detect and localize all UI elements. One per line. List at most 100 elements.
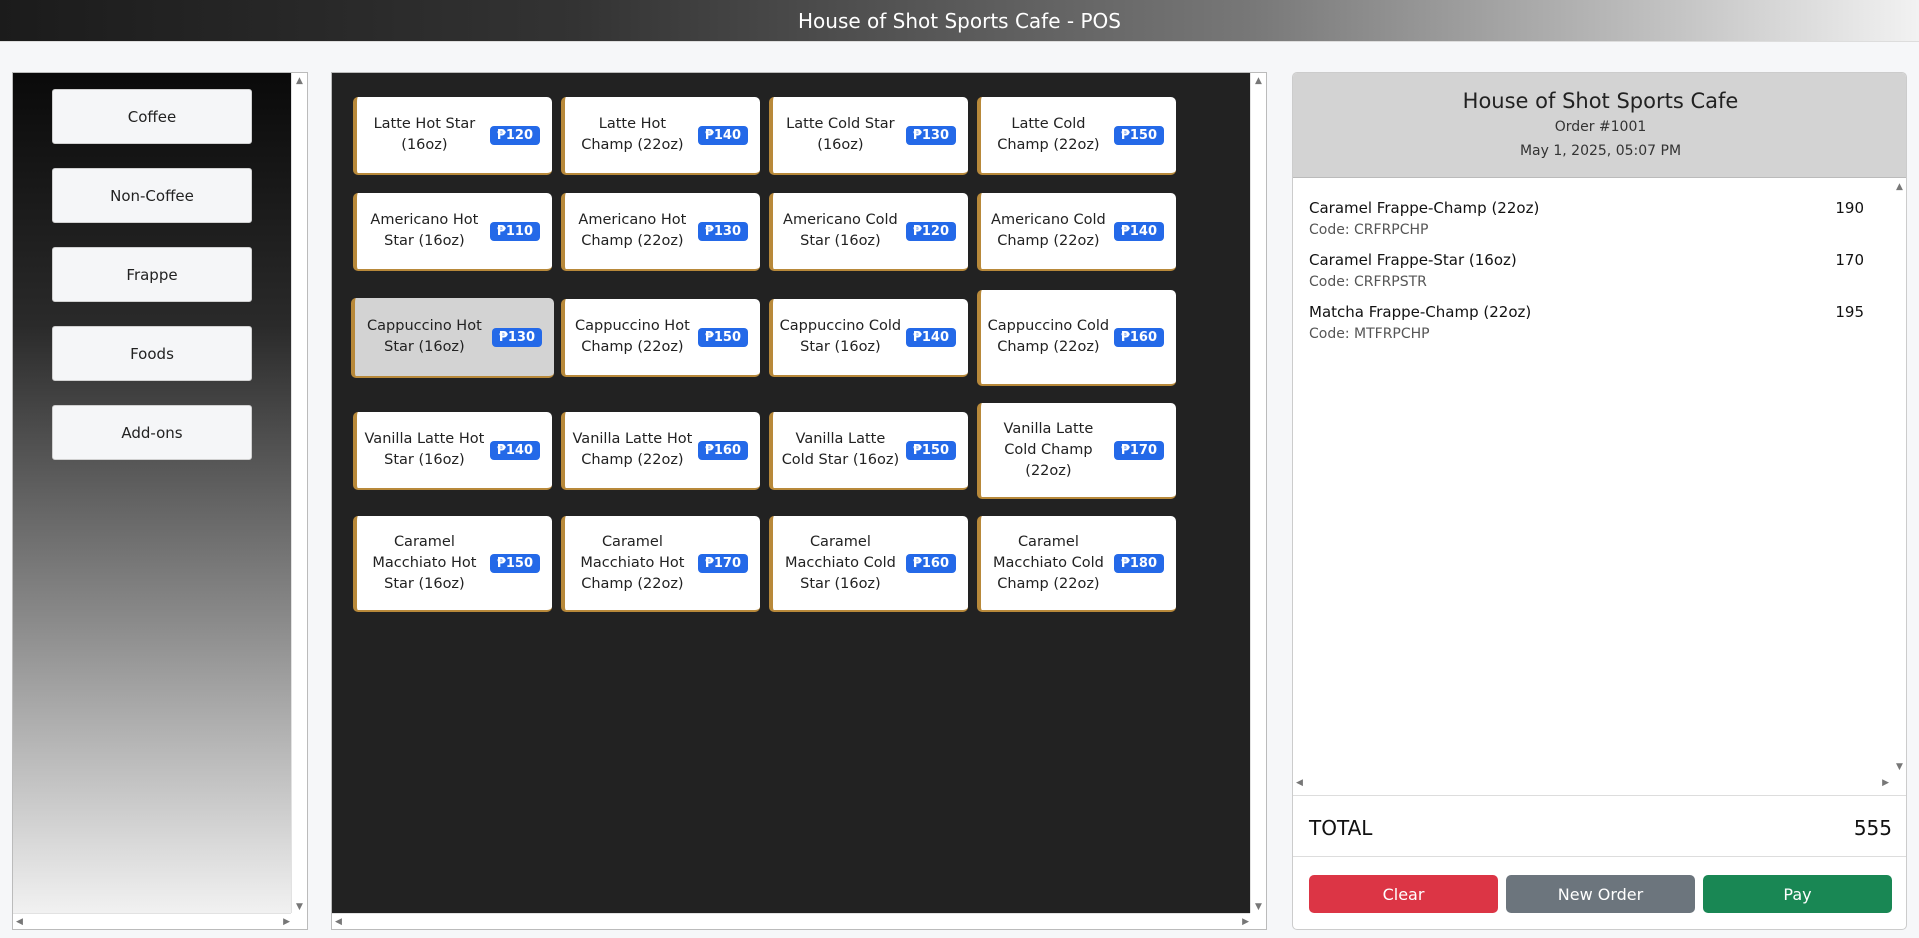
category-list: Coffee Non-Coffee Frappe Foods Add-ons	[13, 73, 293, 915]
product-card[interactable]: Latte Hot Star (16oz) ₱120	[353, 97, 552, 175]
product-card[interactable]: Vanilla Latte Cold Star (16oz) ₱150	[769, 412, 968, 490]
category-panel: Coffee Non-Coffee Frappe Foods Add-ons ▲…	[12, 72, 308, 930]
product-name: Caramel Macchiato Hot Star (16oz)	[372, 533, 477, 592]
price-badge: ₱110	[489, 221, 540, 241]
product-card[interactable]: Caramel Macchiato Cold Champ (22oz) ₱180	[977, 516, 1176, 612]
scroll-left-icon[interactable]: ◀	[16, 917, 23, 927]
price-badge: ₱150	[1113, 125, 1164, 145]
category-coffee-button[interactable]: Coffee	[52, 89, 252, 144]
order-item-name: Caramel Frappe-Champ (22oz)	[1309, 199, 1540, 217]
order-item-code: Code: MTFRPCHP	[1309, 326, 1430, 342]
product-card[interactable]: Latte Cold Champ (22oz) ₱150	[977, 97, 1176, 175]
price-badge: ₱180	[1113, 553, 1164, 573]
product-name: Americano Cold Champ (22oz)	[991, 212, 1106, 249]
product-name: Cappuccino Cold Champ (22oz)	[987, 318, 1110, 355]
price-badge: ₱170	[1113, 440, 1164, 460]
product-name: Latte Cold Star (16oz)	[786, 116, 895, 153]
product-name: Americano Cold Star (16oz)	[783, 212, 898, 249]
scroll-right-icon[interactable]: ▶	[1242, 917, 1249, 927]
category-add-ons-button[interactable]: Add-ons	[52, 405, 252, 460]
price-badge: ₱140	[1113, 221, 1164, 241]
price-badge: ₱150	[905, 440, 956, 460]
price-badge: ₱160	[1113, 327, 1164, 347]
product-name: Caramel Macchiato Hot Champ (22oz)	[580, 533, 685, 592]
product-card-selected[interactable]: Cappuccino Hot Star (16oz) ₱130	[351, 298, 554, 378]
price-badge: ₱140	[697, 125, 748, 145]
scroll-corner	[291, 913, 307, 929]
receipt-horizontal-scrollbar[interactable]: ◀ ▶	[1293, 775, 1892, 791]
product-name: Latte Cold Champ (22oz)	[997, 116, 1100, 153]
scroll-down-icon[interactable]: ▼	[296, 902, 303, 912]
pay-button[interactable]: Pay	[1703, 875, 1892, 913]
product-name: Americano Hot Champ (22oz)	[578, 212, 687, 249]
product-name: Vanilla Latte Cold Star (16oz)	[781, 431, 900, 468]
product-card[interactable]: Cappuccino Cold Star (16oz) ₱140	[769, 299, 968, 377]
order-item-price: 195	[1835, 303, 1864, 321]
price-badge: ₱140	[905, 327, 956, 347]
category-non-coffee-button[interactable]: Non-Coffee	[52, 168, 252, 223]
product-name: Americano Hot Star (16oz)	[370, 212, 479, 249]
product-card[interactable]: Caramel Macchiato Cold Star (16oz) ₱160	[769, 516, 968, 612]
product-card[interactable]: Americano Cold Champ (22oz) ₱140	[977, 193, 1176, 271]
product-card[interactable]: Cappuccino Cold Champ (22oz) ₱160	[977, 290, 1176, 386]
product-name: Caramel Macchiato Cold Star (16oz)	[784, 533, 896, 592]
scroll-right-icon[interactable]: ▶	[283, 917, 290, 927]
product-name: Vanilla Latte Hot Champ (22oz)	[572, 431, 693, 468]
product-name: Cappuccino Hot Champ (22oz)	[575, 318, 690, 355]
product-name: Cappuccino Hot Star (16oz)	[367, 318, 482, 355]
product-card[interactable]: Caramel Macchiato Hot Star (16oz) ₱150	[353, 516, 552, 612]
product-name: Vanilla Latte Hot Star (16oz)	[364, 431, 485, 468]
product-card[interactable]: Vanilla Latte Cold Champ (22oz) ₱170	[977, 403, 1176, 499]
scroll-corner	[1250, 913, 1266, 929]
order-items-list: Caramel Frappe-Champ (22oz) 190 Code: CR…	[1293, 179, 1906, 791]
order-number: Order #1001	[1554, 119, 1647, 135]
product-card[interactable]: Cappuccino Hot Champ (22oz) ₱150	[561, 299, 760, 377]
product-card[interactable]: Americano Cold Star (16oz) ₱120	[769, 193, 968, 271]
product-card[interactable]: Americano Hot Champ (22oz) ₱130	[561, 193, 760, 271]
total-value: 555	[1853, 816, 1892, 840]
scroll-right-icon[interactable]: ▶	[1882, 778, 1889, 788]
product-panel: Latte Hot Star (16oz) ₱120 Latte Hot Cha…	[331, 72, 1267, 930]
scroll-left-icon[interactable]: ◀	[335, 917, 342, 927]
product-name: Latte Hot Champ (22oz)	[581, 116, 684, 153]
order-item-price: 170	[1835, 251, 1864, 269]
product-vertical-scrollbar[interactable]: ▲ ▼	[1250, 73, 1266, 915]
category-foods-button[interactable]: Foods	[52, 326, 252, 381]
price-badge: ₱160	[905, 553, 956, 573]
product-card[interactable]: Americano Hot Star (16oz) ₱110	[353, 193, 552, 271]
new-order-button[interactable]: New Order	[1506, 875, 1695, 913]
product-name: Latte Hot Star (16oz)	[373, 116, 476, 153]
product-card[interactable]: Caramel Macchiato Hot Champ (22oz) ₱170	[561, 516, 760, 612]
product-horizontal-scrollbar[interactable]: ◀ ▶	[332, 913, 1252, 929]
price-badge: ₱150	[697, 327, 748, 347]
price-badge: ₱160	[697, 440, 748, 460]
price-badge: ₱170	[697, 553, 748, 573]
category-frappe-button[interactable]: Frappe	[52, 247, 252, 302]
window-title-bar: House of Shot Sports Cafe - POS	[0, 0, 1919, 42]
order-item-code: Code: CRFRPSTR	[1309, 274, 1427, 290]
price-badge: ₱130	[697, 221, 748, 241]
order-date: May 1, 2025, 05:07 PM	[1519, 143, 1682, 159]
scroll-up-icon[interactable]: ▲	[1255, 76, 1262, 86]
price-badge: ₱120	[905, 221, 956, 241]
window-title: House of Shot Sports Cafe - POS	[798, 8, 1121, 33]
product-card[interactable]: Latte Hot Champ (22oz) ₱140	[561, 97, 760, 175]
clear-button[interactable]: Clear	[1309, 875, 1498, 913]
scroll-down-icon[interactable]: ▼	[1896, 762, 1903, 772]
category-horizontal-scrollbar[interactable]: ◀ ▶	[13, 913, 293, 929]
scroll-left-icon[interactable]: ◀	[1296, 778, 1303, 788]
product-card[interactable]: Vanilla Latte Hot Champ (22oz) ₱160	[561, 412, 760, 490]
receipt-vertical-scrollbar[interactable]: ▲ ▼	[1892, 179, 1906, 775]
product-card[interactable]: Vanilla Latte Hot Star (16oz) ₱140	[353, 412, 552, 490]
product-name: Cappuccino Cold Star (16oz)	[779, 318, 902, 355]
product-card[interactable]: Latte Cold Star (16oz) ₱130	[769, 97, 968, 175]
category-vertical-scrollbar[interactable]: ▲ ▼	[291, 73, 307, 915]
order-item-name: Matcha Frappe-Champ (22oz)	[1309, 303, 1532, 321]
price-badge: ₱130	[905, 125, 956, 145]
scroll-up-icon[interactable]: ▲	[296, 76, 303, 86]
scroll-up-icon[interactable]: ▲	[1896, 182, 1903, 192]
scroll-down-icon[interactable]: ▼	[1255, 902, 1262, 912]
product-grid: Latte Hot Star (16oz) ₱120 Latte Hot Cha…	[332, 73, 1252, 915]
receipt-panel: House of Shot Sports Cafe Order #1001 Ma…	[1292, 72, 1907, 930]
product-name: Caramel Macchiato Cold Champ (22oz)	[992, 533, 1104, 592]
